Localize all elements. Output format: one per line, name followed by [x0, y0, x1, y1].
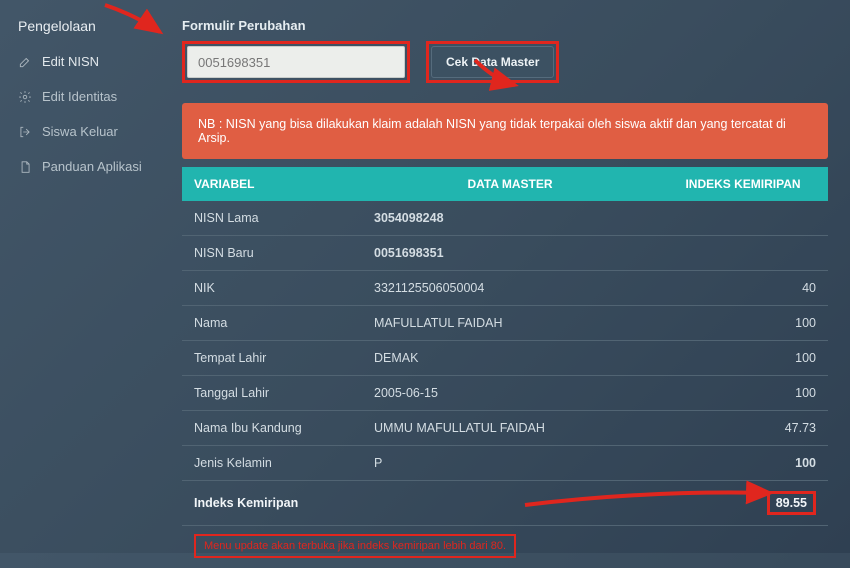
- form-title: Formulir Perubahan: [182, 18, 828, 33]
- cell-master: 3054098248: [362, 201, 658, 236]
- cell-var: NIK: [182, 271, 362, 306]
- nisn-input[interactable]: [187, 46, 405, 78]
- main-content: Formulir Perubahan Cek Data Master NB : …: [160, 0, 850, 553]
- cell-score: 47.73: [658, 411, 828, 446]
- cell-score: 100: [658, 446, 828, 481]
- cell-master: UMMU MAFULLATUL FAIDAH: [362, 411, 658, 446]
- cell-master: P: [362, 446, 658, 481]
- cell-score: 100: [658, 376, 828, 411]
- cell-var: Tempat Lahir: [182, 341, 362, 376]
- cell-score: 100: [658, 341, 828, 376]
- sidebar-item-label: Edit NISN: [42, 54, 99, 69]
- cell-var: Nama Ibu Kandung: [182, 411, 362, 446]
- cell-var: Tanggal Lahir: [182, 376, 362, 411]
- cell-master: MAFULLATUL FAIDAH: [362, 306, 658, 341]
- cell-score: 100: [658, 306, 828, 341]
- table-row: Jenis KelaminP100: [182, 446, 828, 481]
- similarity-table: VARIABEL DATA MASTER INDEKS KEMIRIPAN NI…: [182, 167, 828, 568]
- sidebar-item-panduan-aplikasi[interactable]: Panduan Aplikasi: [0, 149, 160, 184]
- sidebar-item-edit-nisn[interactable]: Edit NISN: [0, 44, 160, 79]
- cell-var: NISN Lama: [182, 201, 362, 236]
- cell-score: [658, 236, 828, 271]
- cell-master: DEMAK: [362, 341, 658, 376]
- col-indeks: INDEKS KEMIRIPAN: [658, 167, 828, 201]
- file-icon: [18, 160, 32, 174]
- cell-master: 0051698351: [362, 236, 658, 271]
- cell-score: 40: [658, 271, 828, 306]
- table-row: NISN Baru0051698351: [182, 236, 828, 271]
- note-row: Menu update akan terbuka jika indeks kem…: [182, 526, 828, 568]
- table-row: NamaMAFULLATUL FAIDAH100: [182, 306, 828, 341]
- sidebar-item-label: Panduan Aplikasi: [42, 159, 142, 174]
- alert-banner: NB : NISN yang bisa dilakukan klaim adal…: [182, 103, 828, 159]
- table-row: Tempat LahirDEMAK100: [182, 341, 828, 376]
- table-row: Nama Ibu KandungUMMU MAFULLATUL FAIDAH47…: [182, 411, 828, 446]
- edit-icon: [18, 55, 32, 69]
- summary-row: Indeks Kemiripan 89.55: [182, 481, 828, 526]
- cell-var: NISN Baru: [182, 236, 362, 271]
- table-row: NISN Lama3054098248: [182, 201, 828, 236]
- cell-master: 3321125506050004: [362, 271, 658, 306]
- note-text: Menu update akan terbuka jika indeks kem…: [194, 534, 516, 558]
- gear-icon: [18, 90, 32, 104]
- sidebar-item-label: Siswa Keluar: [42, 124, 118, 139]
- sidebar: Pengelolaan Edit NISN Edit Identitas Siswa…: [0, 0, 160, 553]
- cek-data-master-button[interactable]: Cek Data Master: [431, 46, 554, 78]
- table-row: NIK332112550605000440: [182, 271, 828, 306]
- cell-score: [658, 201, 828, 236]
- col-data-master: DATA MASTER: [362, 167, 658, 201]
- cell-var: Nama: [182, 306, 362, 341]
- cell-var: Jenis Kelamin: [182, 446, 362, 481]
- sidebar-item-siswa-keluar[interactable]: Siswa Keluar: [0, 114, 160, 149]
- cek-button-highlight: Cek Data Master: [426, 41, 559, 83]
- logout-icon: [18, 125, 32, 139]
- cell-master: 2005-06-15: [362, 376, 658, 411]
- sidebar-title: Pengelolaan: [0, 12, 160, 44]
- col-variabel: VARIABEL: [182, 167, 362, 201]
- summary-value: 89.55: [658, 481, 828, 526]
- summary-label: Indeks Kemiripan: [182, 481, 362, 526]
- sidebar-item-edit-identitas[interactable]: Edit Identitas: [0, 79, 160, 114]
- table-row: Tanggal Lahir2005-06-15100: [182, 376, 828, 411]
- sidebar-item-label: Edit Identitas: [42, 89, 117, 104]
- nisn-input-highlight: [182, 41, 410, 83]
